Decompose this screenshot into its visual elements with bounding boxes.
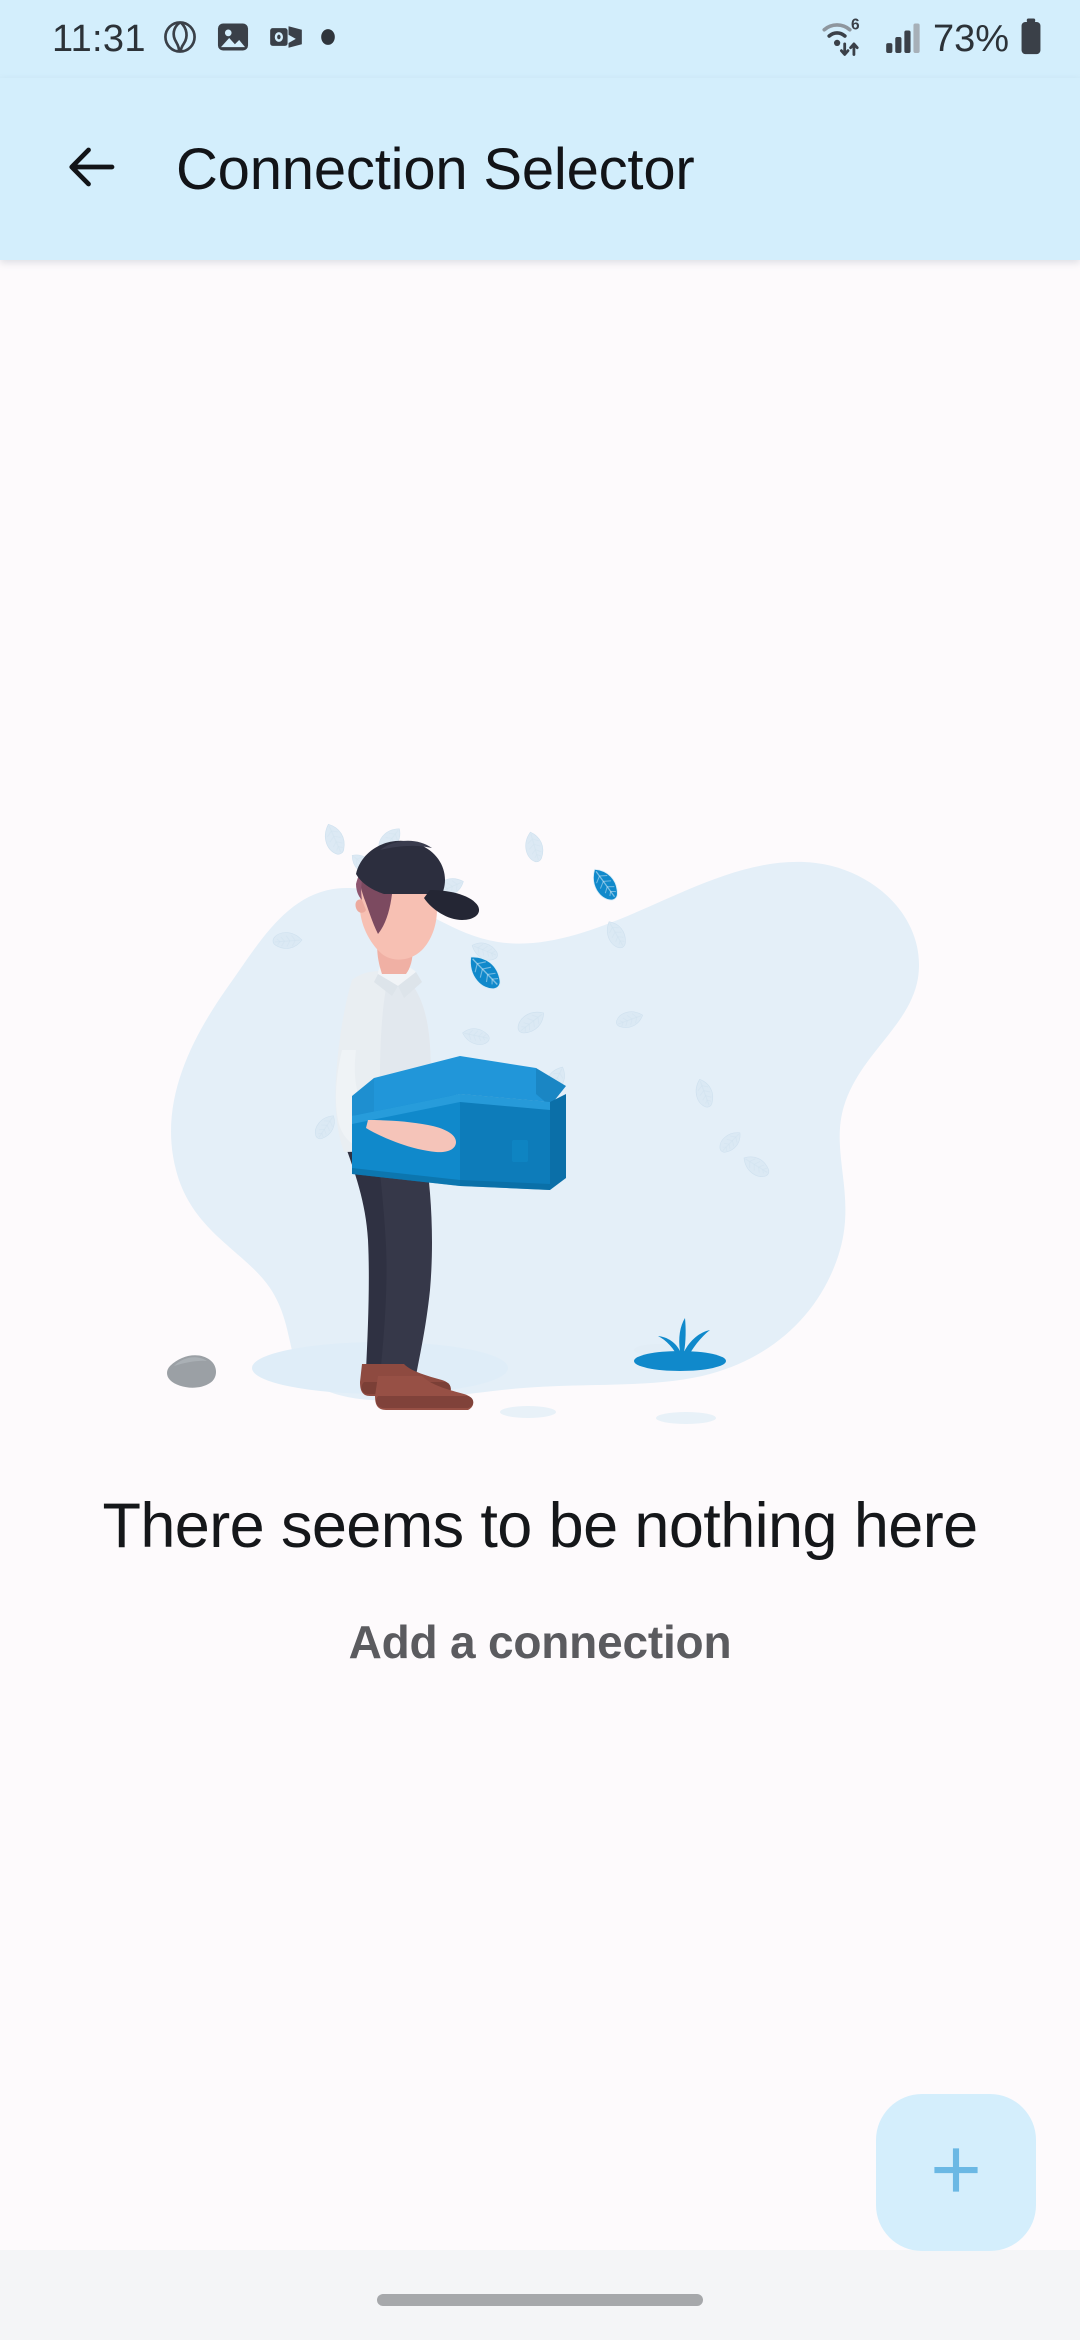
status-bar-left-group: 11:31 — [52, 18, 336, 61]
svg-text:6: 6 — [851, 16, 860, 33]
box-face-right — [550, 1094, 566, 1190]
leaf-accent — [585, 863, 624, 906]
empty-state-illustration — [130, 810, 950, 1450]
wifi-6-icon: 6 — [819, 15, 875, 64]
phone-screen: 11:31 6 73% Connection Selector There se… — [0, 0, 1080, 2340]
battery-icon — [1018, 16, 1044, 63]
person-cap — [356, 840, 445, 894]
content-area: There seems to be nothing here Add a con… — [0, 260, 1080, 2250]
status-bar: 11:31 6 73% — [0, 0, 1080, 78]
app-bar: Connection Selector — [0, 78, 1080, 260]
empty-state-subtitle: Add a connection — [348, 1616, 732, 1668]
empty-state-title: There seems to be nothing here — [102, 1491, 978, 1561]
ground-shadow-small — [656, 1412, 716, 1424]
arrow-left-icon — [62, 137, 122, 202]
photo-gallery-icon — [214, 18, 252, 61]
notification-dot-icon — [320, 18, 336, 61]
system-navigation-bar — [0, 2250, 1080, 2340]
battery-percent-label: 73% — [932, 18, 1009, 60]
home-gesture-pill[interactable] — [377, 2294, 703, 2306]
status-bar-clock: 11:31 — [52, 18, 146, 60]
plus-icon — [921, 2135, 991, 2210]
outlook-mail-icon — [267, 18, 305, 61]
cellular-signal-icon — [884, 17, 924, 62]
box-tape — [512, 1140, 528, 1162]
add-connection-fab[interactable] — [876, 2094, 1036, 2251]
page-title: Connection Selector — [176, 136, 695, 202]
status-bar-right-group: 6 73% — [819, 15, 1044, 64]
back-button[interactable] — [46, 123, 138, 215]
ground-shadow-small — [500, 1406, 556, 1418]
browser-globe-icon — [161, 18, 199, 61]
